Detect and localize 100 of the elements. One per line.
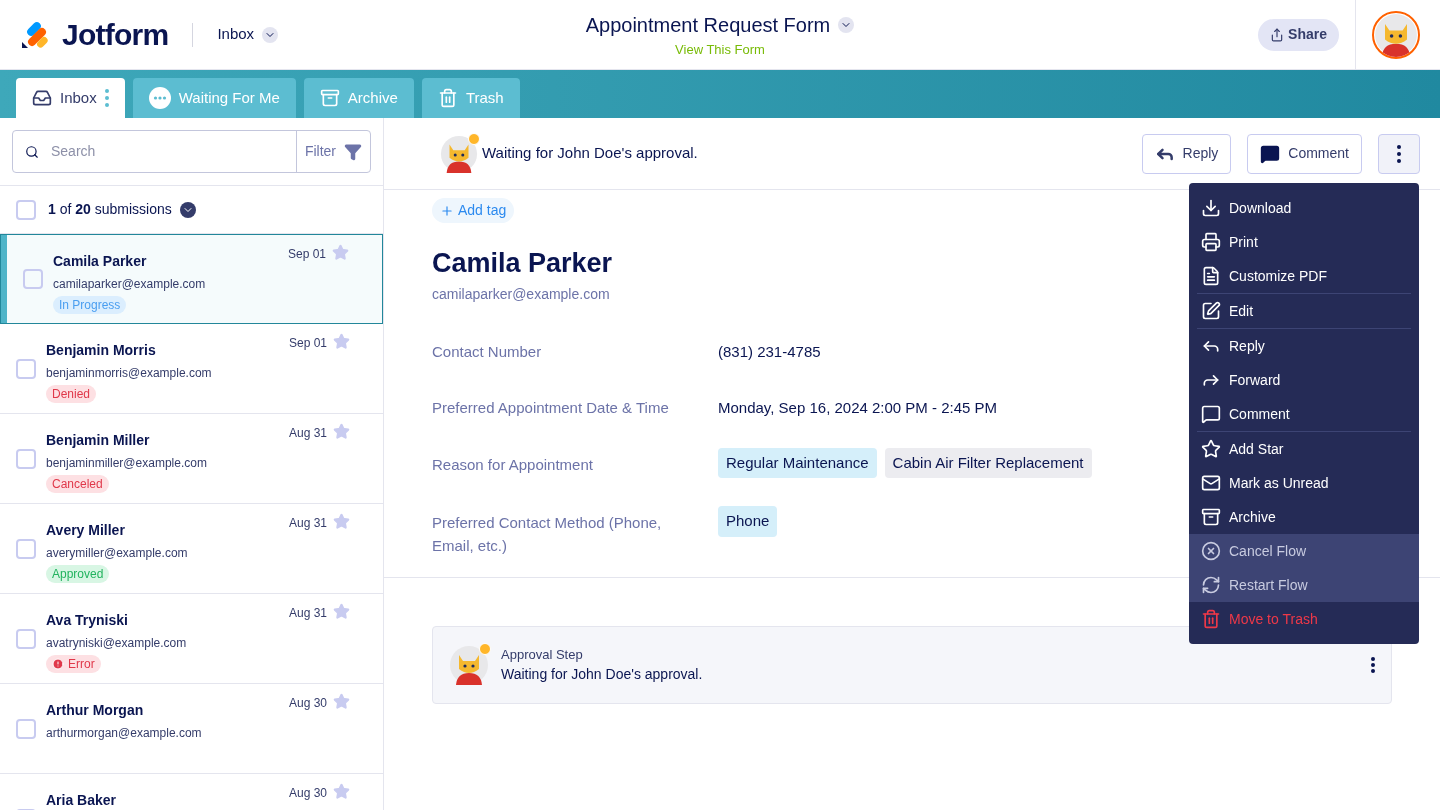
trash-icon <box>437 88 458 108</box>
submission-row[interactable]: Benjamin Miller benjaminmiller@example.com Canceled Aug 31 <box>0 414 383 504</box>
submission-row[interactable]: Camila Parker camilaparker@example.com In Progress Sep 01 <box>0 234 383 324</box>
row-checkbox[interactable] <box>23 269 43 289</box>
envelope-icon <box>1201 473 1221 493</box>
menu-item[interactable]: Edit <box>1189 294 1419 328</box>
share-arrow-icon <box>1270 27 1285 42</box>
more-icon[interactable] <box>1397 144 1401 163</box>
menu-item[interactable]: Cancel Flow <box>1189 534 1419 568</box>
submitter-name: Camila Parker <box>53 252 147 271</box>
cat-avatar-icon <box>449 645 489 685</box>
form-title: Appointment Request Form <box>585 12 831 38</box>
action-button[interactable]: Reply <box>1141 133 1232 174</box>
logo-icon <box>20 19 50 50</box>
more-icon[interactable] <box>1371 657 1375 673</box>
submission-date: Aug 30 <box>288 695 327 712</box>
error-icon <box>52 658 64 670</box>
pdf-file-icon <box>1201 266 1221 286</box>
star-icon <box>333 783 350 800</box>
submitter-name: Avery Miller <box>46 521 125 540</box>
star-icon <box>333 603 350 620</box>
submitter-email: camilaparker@example.com <box>53 276 206 293</box>
pending-badge-icon <box>479 643 491 655</box>
submitter-email: camilaparker@example.com <box>432 284 610 304</box>
submission-row[interactable]: Aria Baker Aug 30 <box>0 774 383 810</box>
submitter-email: arthurmorgan@example.com <box>46 725 202 742</box>
approval-status: Waiting for John Doe's approval. <box>501 665 704 685</box>
tab[interactable]: Inbox <box>16 78 125 118</box>
section-dropdown[interactable]: Inbox <box>217 23 279 46</box>
submitter-heading: Camila Parker <box>432 247 613 280</box>
menu-item[interactable]: Archive <box>1189 500 1419 534</box>
chevron-down-icon <box>262 26 279 43</box>
menu-item[interactable]: Print <box>1189 225 1419 259</box>
menu-item[interactable]: Forward <box>1189 363 1419 397</box>
archive-box-icon <box>319 88 340 108</box>
status-tag: Denied <box>46 385 97 403</box>
row-checkbox[interactable] <box>16 628 36 649</box>
menu-item[interactable]: Download <box>1189 191 1419 225</box>
row-checkbox[interactable] <box>16 358 36 379</box>
submission-row[interactable]: Arthur Morgan arthurmorgan@example.com Aug 30 <box>0 684 383 774</box>
status-tag: Error <box>46 655 101 673</box>
field-label: Contact Number <box>432 341 543 362</box>
star-icon <box>333 333 350 350</box>
field-value: Regular Maintenance <box>718 447 877 478</box>
field-label: Preferred Appointment Date & Time <box>432 398 670 418</box>
menu-item[interactable]: Customize PDF <box>1189 259 1419 293</box>
share-button[interactable]: Share <box>1258 18 1339 51</box>
chevron-down-icon[interactable] <box>179 201 196 218</box>
field-label: Reason for Appointment <box>432 454 594 475</box>
star-icon <box>333 693 350 710</box>
action-button[interactable]: Comment <box>1247 133 1362 174</box>
submitter-email: avatryniski@example.com <box>46 635 187 652</box>
row-checkbox[interactable] <box>16 538 36 559</box>
menu-item[interactable]: Comment <box>1189 397 1419 431</box>
submitter-name: Aria Baker <box>46 791 117 810</box>
submission-row[interactable]: Avery Miller averymiller@example.com Approved Aug 31 <box>0 504 383 594</box>
star-icon <box>332 244 349 261</box>
submitter-email: benjaminmorris@example.com <box>46 365 212 382</box>
filter-button[interactable]: Filter <box>295 131 370 172</box>
user-avatar-icon <box>1374 12 1418 57</box>
menu-item[interactable]: Add Star <box>1189 432 1419 466</box>
more-options-button[interactable] <box>1378 133 1420 174</box>
select-all-checkbox[interactable] <box>16 199 36 220</box>
filter-icon <box>344 142 362 161</box>
submitter-name: Arthur Morgan <box>46 701 144 720</box>
pending-badge-icon <box>468 132 480 145</box>
trash-icon <box>1201 609 1221 629</box>
submission-date: Aug 30 <box>288 785 327 802</box>
printer-icon <box>1201 232 1221 252</box>
comment-icon <box>1201 404 1221 424</box>
restart-icon <box>1201 575 1221 595</box>
star-icon <box>333 423 350 440</box>
submitter-name: Ava Tryniski <box>46 611 128 630</box>
submission-date: Aug 31 <box>288 515 327 532</box>
menu-item[interactable]: Reply <box>1189 329 1419 363</box>
archive-box-icon <box>1201 507 1221 527</box>
menu-item[interactable]: Restart Flow <box>1189 568 1419 602</box>
search-icon <box>25 144 39 159</box>
row-checkbox[interactable] <box>16 448 36 469</box>
submission-row[interactable]: Ava Tryniski avatryniski@example.com Error Aug 31 <box>0 594 383 684</box>
row-checkbox[interactable] <box>16 718 36 739</box>
download-icon <box>1201 198 1221 218</box>
search-field[interactable]: Search Filter <box>12 130 371 173</box>
field-value: Phone <box>718 506 778 537</box>
dots-circle-icon <box>148 87 171 109</box>
field-value: Monday, Sep 16, 2024 2:00 PM - 2:45 PM <box>718 398 998 418</box>
brand-name: Jotform <box>62 17 169 53</box>
submission-date: Sep 01 <box>287 246 326 263</box>
status-tag: In Progress <box>53 296 127 314</box>
star-icon <box>333 513 350 530</box>
submission-row[interactable]: Benjamin Morris benjaminmorris@example.com Denied Sep 01 <box>0 324 383 414</box>
cat-avatar-icon <box>440 134 478 173</box>
approval-step-label: Approval Step <box>501 645 584 664</box>
submitter-name: Benjamin Morris <box>46 341 156 360</box>
field-value: Cabin Air Filter Replacement <box>884 447 1092 478</box>
field-label: Preferred Contact Method (Phone, Email, etc.) <box>432 513 663 556</box>
menu-item[interactable]: Mark as Unread <box>1189 466 1419 500</box>
submission-date: Sep 01 <box>288 335 327 352</box>
field-value: (831) 231-4785 <box>718 341 821 362</box>
submitter-name: Benjamin Miller <box>46 431 150 450</box>
